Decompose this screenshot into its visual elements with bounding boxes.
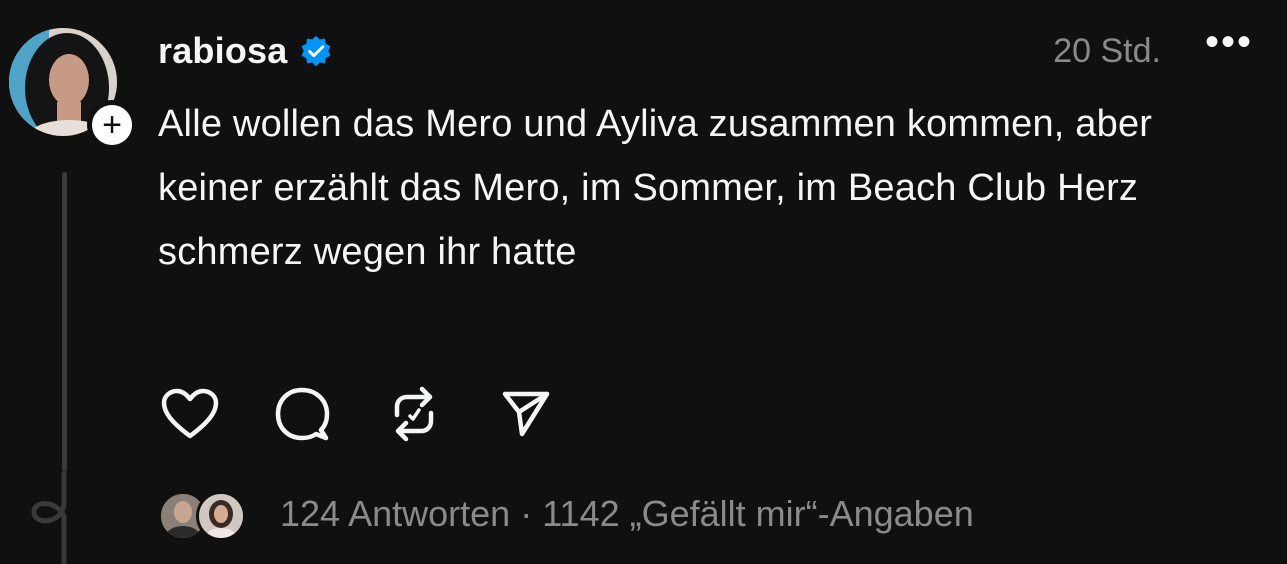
- stats-separator: ·: [520, 493, 533, 534]
- send-icon: [502, 391, 550, 437]
- reply-avatars[interactable]: [158, 488, 258, 541]
- post-stats: 124 Antworten · 1142 „Gefällt mir“-Angab…: [280, 493, 974, 535]
- more-options-button[interactable]: •••: [1205, 22, 1253, 62]
- follow-button[interactable]: +: [87, 100, 137, 150]
- share-button[interactable]: [494, 382, 558, 446]
- comment-icon: [275, 387, 330, 441]
- reply-button[interactable]: [270, 382, 334, 446]
- replies-count[interactable]: 124 Antworten: [280, 493, 510, 534]
- thread-curl-icon: [31, 472, 67, 564]
- post-footer: 124 Antworten · 1142 „Gefällt mir“-Angab…: [158, 486, 974, 542]
- likes-count[interactable]: 1142 „Gefällt mir“-Angaben: [542, 493, 974, 534]
- verified-badge-icon: [302, 35, 331, 67]
- profile-avatar[interactable]: +: [9, 28, 137, 150]
- thread-line: [62, 172, 67, 472]
- action-bar: [158, 382, 606, 446]
- repost-button[interactable]: [382, 382, 446, 446]
- post-text: Alle wollen das Mero und Ayliva zusammen…: [158, 103, 1153, 273]
- thread-post: + rabiosa 20 Std. ••• Alle wollen das Me…: [0, 0, 1287, 564]
- repost-icon: [394, 386, 434, 442]
- like-button[interactable]: [158, 382, 222, 446]
- post-header: rabiosa 20 Std. •••: [158, 22, 1253, 74]
- username[interactable]: rabiosa: [158, 30, 287, 72]
- heart-icon: [161, 388, 219, 439]
- post-timestamp: 20 Std.: [1053, 31, 1161, 70]
- reply-avatar: [196, 491, 246, 541]
